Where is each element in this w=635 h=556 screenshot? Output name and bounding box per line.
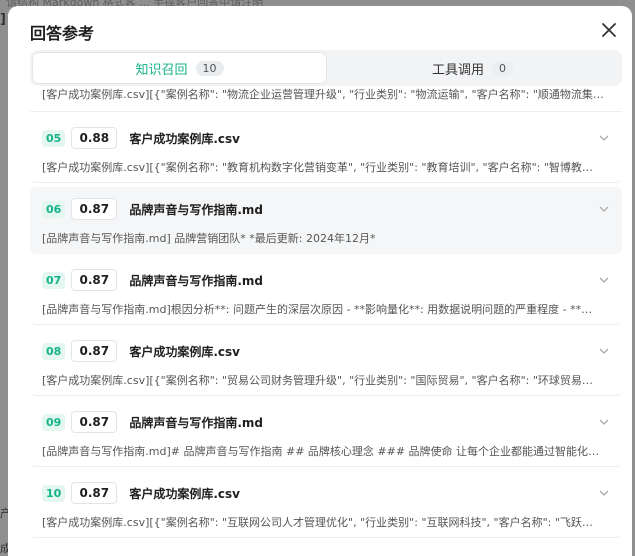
tab-count-badge: 0 (492, 60, 513, 76)
score-badge: 0.87 (71, 198, 118, 220)
file-name: 品牌声音与写作指南.md (129, 415, 263, 430)
file-name: 品牌声音与写作指南.md (129, 202, 263, 217)
chevron-down-icon[interactable] (598, 416, 610, 428)
file-name: 品牌声音与写作指南.md (129, 273, 263, 288)
item-index: 06 (42, 200, 66, 218)
score-badge: 0.87 (71, 482, 118, 504)
list-item[interactable]: 06 0.87 品牌声音与写作指南.md [品牌声音与写作指南.md] 品牌营销… (30, 187, 622, 254)
item-snippet: [客户成功案例库.csv][{"案例名称": "互联网公司人才管理优化", "行… (42, 516, 602, 529)
item-index: 08 (42, 342, 66, 360)
score-badge: 0.87 (71, 411, 118, 433)
list-item[interactable]: 07 0.87 品牌声音与写作指南.md [品牌声音与写作指南.md]根因分析*… (30, 258, 622, 325)
item-snippet: [品牌声音与写作指南.md] 品牌营销团队* *最后更新: 2024年12月* (42, 232, 376, 245)
list-item[interactable]: 05 0.88 客户成功案例库.csv [客户成功案例库.csv][{"案例名称… (30, 116, 622, 183)
item-snippet: [品牌声音与写作指南.md]根因分析**: 问题产生的深层次原因 - **影响量… (42, 303, 602, 316)
list-item[interactable]: 09 0.87 品牌声音与写作指南.md [品牌声音与写作指南.md]# 品牌声… (30, 400, 622, 467)
recall-list: [客户成功案例库.csv][{"案例名称": "物流企业运营管理升级", "行业… (30, 88, 622, 542)
chevron-down-icon[interactable] (598, 203, 610, 215)
score-badge: 0.87 (71, 269, 118, 291)
list-item[interactable]: 08 0.87 客户成功案例库.csv [客户成功案例库.csv][{"案例名称… (30, 329, 622, 396)
item-index: 10 (42, 484, 66, 502)
item-index: 09 (42, 413, 66, 431)
list-item[interactable]: 10 0.87 客户成功案例库.csv [客户成功案例库.csv][{"案例名称… (30, 471, 622, 538)
tab-bar: 知识召回 10 工具调用 0 (30, 50, 622, 86)
answer-reference-modal: 回答参考 知识召回 10 工具调用 0 [客户成功案例库.csv][{"案例名称… (8, 6, 632, 556)
close-icon[interactable] (600, 21, 618, 39)
list-item-partial: [客户成功案例库.csv][{"案例名称": "物流企业运营管理升级", "行业… (30, 88, 622, 112)
chevron-down-icon[interactable] (598, 274, 610, 286)
modal-title: 回答参考 (30, 24, 95, 43)
item-snippet: [客户成功案例库.csv][{"案例名称": "贸易公司财务管理升级", "行业… (42, 374, 602, 387)
score-badge: 0.88 (71, 127, 118, 149)
tab-count-badge: 10 (195, 60, 224, 76)
file-name: 客户成功案例库.csv (129, 131, 240, 146)
file-name: 客户成功案例库.csv (129, 344, 240, 359)
item-snippet: [品牌声音与写作指南.md]# 品牌声音与写作指南 ## 品牌核心理念 ### … (42, 445, 602, 458)
tab-label: 知识召回 (135, 62, 188, 78)
chevron-down-icon[interactable] (598, 132, 610, 144)
file-name: 客户成功案例库.csv (129, 486, 240, 501)
tab-label: 工具调用 (431, 62, 484, 78)
item-index: 07 (42, 271, 66, 289)
background-text: ] (0, 12, 6, 27)
item-snippet: [客户成功案例库.csv][{"案例名称": "教育机构数字化营销变革", "行… (42, 161, 602, 174)
tab-knowledge-recall[interactable]: 知识召回 10 (33, 53, 326, 83)
tab-tool-calls[interactable]: 工具调用 0 (326, 53, 619, 83)
score-badge: 0.87 (71, 340, 118, 362)
item-index: 05 (42, 129, 66, 147)
chevron-down-icon[interactable] (598, 345, 610, 357)
chevron-down-icon[interactable] (598, 487, 610, 499)
